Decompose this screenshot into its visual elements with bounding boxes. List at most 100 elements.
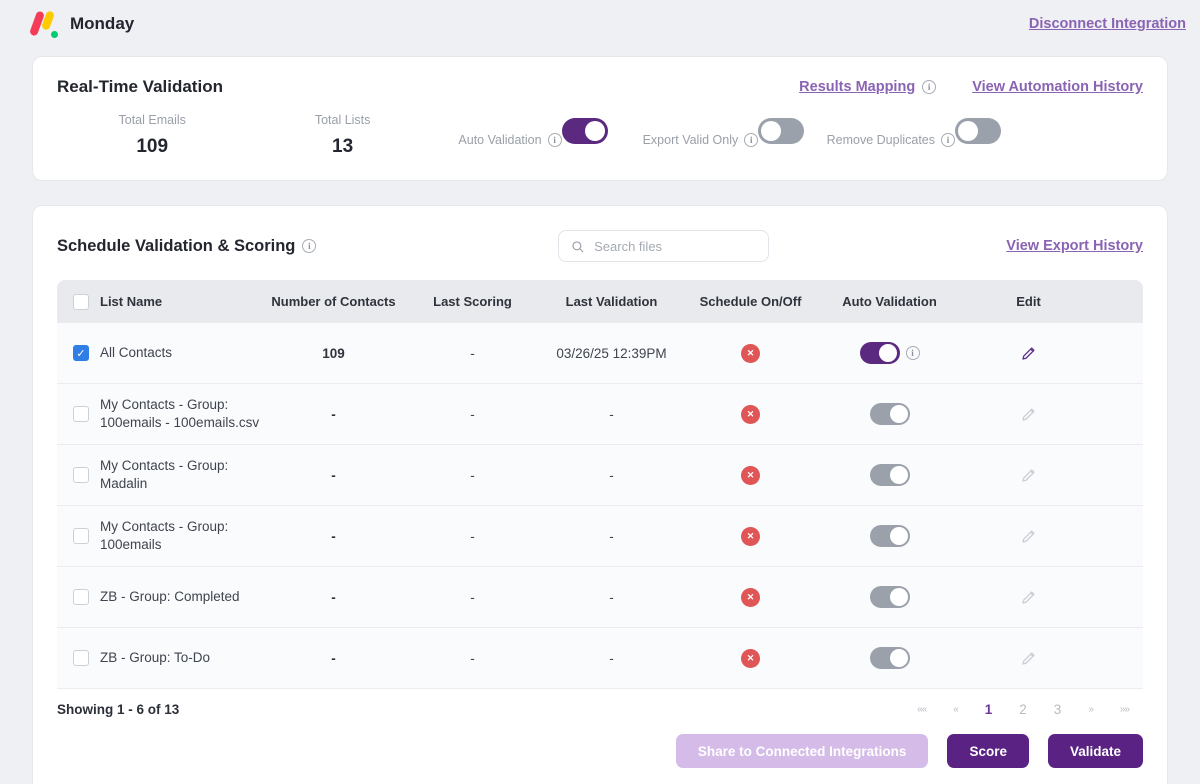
toggle-label: Export Valid Onlyi <box>643 133 759 147</box>
search-box[interactable] <box>558 230 769 262</box>
schedule-title-info-icon[interactable]: i <box>302 239 316 253</box>
list-name: My Contacts - Group: 100emails <box>100 518 264 554</box>
toggle-knob <box>585 121 605 141</box>
pagination-page-3[interactable]: 3 <box>1054 702 1062 717</box>
schedule-status-cell: ✕ <box>681 466 820 485</box>
row-auto-validation-toggle[interactable] <box>870 464 910 486</box>
pagination-next[interactable]: » <box>1088 704 1093 715</box>
edit-pencil-icon <box>1020 467 1037 484</box>
schedule-off-icon: ✕ <box>741 588 760 607</box>
list-name-cell: ZB - Group: To-Do <box>57 649 264 667</box>
stat-total-emails: Total Emails109 <box>57 111 247 158</box>
pagination-last[interactable]: »» <box>1120 704 1129 715</box>
export-valid-only-toggle[interactable] <box>758 118 804 144</box>
edit-pencil-icon <box>1020 406 1037 423</box>
table-body: ✓ All Contacts 109 - 03/26/25 12:39PM ✕ i My Co… <box>57 323 1143 689</box>
stat-label: Total Emails <box>119 113 186 127</box>
table-header-row: List NameNumber of ContactsLast ScoringL… <box>57 280 1143 323</box>
results-mapping-info-icon[interactable]: i <box>922 80 936 94</box>
contacts-cell: 109 <box>264 346 403 361</box>
row-auto-validation-toggle[interactable] <box>860 342 900 364</box>
schedule-status-cell: ✕ <box>681 405 820 424</box>
toggle-block-export-valid-only: Export Valid Onlyi <box>628 111 818 158</box>
last-scoring-cell: - <box>403 590 542 605</box>
monday-logo-icon <box>30 9 58 39</box>
brand: Monday <box>30 9 134 39</box>
pagination-first[interactable]: «« <box>917 704 926 715</box>
score-button[interactable]: Score <box>947 734 1029 768</box>
view-export-history-link[interactable]: View Export History <box>1006 238 1143 254</box>
table-row: ZB - Group: Completed---✕ <box>57 567 1143 628</box>
row-auto-validation-toggle[interactable] <box>870 525 910 547</box>
last-validation-cell: - <box>542 468 681 483</box>
results-mapping-link[interactable]: Results Mapping <box>799 79 915 95</box>
list-name-cell: ✓ All Contacts <box>57 344 264 362</box>
row-auto-validation-toggle[interactable] <box>870 647 910 669</box>
schedule-status-cell: ✕ <box>681 649 820 668</box>
remove-duplicates-toggle[interactable] <box>955 118 1001 144</box>
row-checkbox[interactable] <box>73 589 89 605</box>
toggle-label-text: Auto Validation <box>458 133 541 147</box>
toggle-knob <box>879 344 897 362</box>
edit-cell <box>959 589 1098 606</box>
contacts-cell: - <box>264 468 403 483</box>
edit-pencil-icon <box>1020 528 1037 545</box>
last-validation-cell: 03/26/25 12:39PM <box>542 346 681 361</box>
schedule-off-icon: ✕ <box>741 405 760 424</box>
schedule-card: Schedule Validation & Scoring i View Exp… <box>32 205 1168 784</box>
edit-pencil-icon[interactable] <box>1020 345 1037 362</box>
list-name: All Contacts <box>100 344 172 362</box>
last-validation-cell: - <box>542 529 681 544</box>
stat-total-lists: Total Lists13 <box>247 111 437 158</box>
schedule-off-icon: ✕ <box>741 344 760 363</box>
row-checkbox[interactable] <box>73 467 89 483</box>
list-name-cell: My Contacts - Group: Madalin <box>57 457 264 493</box>
toggle-label: Remove Duplicates i <box>827 133 955 147</box>
pagination-page-1[interactable]: 1 <box>985 702 993 717</box>
header-cell-schedule-on-off: Schedule On/Off <box>681 294 820 309</box>
auto-validation-cell: i <box>820 342 959 364</box>
toggle-knob <box>890 466 908 484</box>
last-scoring-cell: - <box>403 651 542 666</box>
contacts-cell: - <box>264 651 403 666</box>
schedule-off-icon: ✕ <box>741 466 760 485</box>
remove-duplicates-info-icon[interactable]: i <box>941 133 955 147</box>
list-name-cell: My Contacts - Group: 100emails <box>57 518 264 554</box>
row-checkbox[interactable] <box>73 406 89 422</box>
export-valid-only-info-icon[interactable]: i <box>744 133 758 147</box>
validate-button[interactable]: Validate <box>1048 734 1143 768</box>
list-name: My Contacts - Group: Madalin <box>100 457 264 493</box>
auto-validation-info-icon[interactable]: i <box>906 346 920 360</box>
last-validation-cell: - <box>542 590 681 605</box>
row-auto-validation-toggle[interactable] <box>870 586 910 608</box>
last-scoring-cell: - <box>403 529 542 544</box>
toggle-label-text: Remove Duplicates <box>827 133 935 147</box>
row-checkbox[interactable] <box>73 650 89 666</box>
auto-validation-info-icon[interactable]: i <box>548 133 562 147</box>
auto-validation-toggle[interactable] <box>562 118 608 144</box>
disconnect-integration-link[interactable]: Disconnect Integration <box>1029 16 1186 32</box>
schedule-off-icon: ✕ <box>741 649 760 668</box>
select-all-checkbox[interactable] <box>73 294 89 310</box>
showing-count: Showing 1 - 6 of 13 <box>57 702 179 717</box>
schedule-card-title: Schedule Validation & Scoring i <box>57 237 558 256</box>
pagination-prev[interactable]: « <box>953 704 958 715</box>
search-input[interactable] <box>594 239 756 254</box>
action-buttons: Share to Connected IntegrationsScoreVali… <box>57 734 1143 768</box>
toggle-knob <box>890 649 908 667</box>
row-checkbox[interactable] <box>73 528 89 544</box>
edit-cell <box>959 650 1098 667</box>
auto-validation-cell <box>820 647 959 669</box>
edit-cell <box>959 467 1098 484</box>
table-row: My Contacts - Group: 100emails---✕ <box>57 506 1143 567</box>
last-validation-cell: - <box>542 407 681 422</box>
header-cell-last-validation: Last Validation <box>542 294 681 309</box>
toggle-block-remove-duplicates: Remove Duplicates i <box>819 111 1009 158</box>
contacts-cell: - <box>264 529 403 544</box>
row-checkbox[interactable]: ✓ <box>73 345 89 361</box>
edit-pencil-icon <box>1020 589 1037 606</box>
pagination-page-2[interactable]: 2 <box>1019 702 1027 717</box>
row-auto-validation-toggle[interactable] <box>870 403 910 425</box>
view-automation-history-link[interactable]: View Automation History <box>972 79 1143 95</box>
list-name-cell: ZB - Group: Completed <box>57 588 264 606</box>
